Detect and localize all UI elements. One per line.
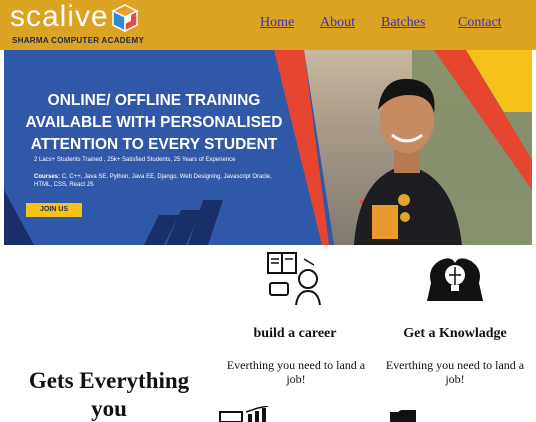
courses-list: C, C++, Java SE, Python, Java EE, Django… bbox=[34, 174, 272, 188]
nav-home-link[interactable]: Home bbox=[260, 15, 294, 31]
cube-logo-icon bbox=[111, 4, 139, 33]
site-header: scalive SHARMA COMPUTER ACADEMY Home Abo… bbox=[0, 0, 536, 50]
feature-title-career: build a career bbox=[253, 326, 337, 341]
folder-icon bbox=[390, 410, 416, 422]
brand-tagline: SHARMA COMPUTER ACADEMY bbox=[12, 36, 145, 45]
hero-headline-line-1: ONLINE/ OFFLINE TRAINING bbox=[47, 92, 261, 109]
career-guidance-icon bbox=[267, 252, 321, 306]
feature-title-knowledge: Get a Knowladge bbox=[403, 326, 507, 341]
feature-text-career: Everthing you need to land a job! bbox=[226, 358, 366, 386]
knowledge-head-icon bbox=[427, 258, 483, 301]
growth-chart-icon bbox=[219, 406, 269, 422]
hero-banner: ONLINE/ OFFLINE TRAINING AVAILABLE WITH … bbox=[4, 50, 532, 245]
hero-headline-line-3: ATTENTION TO EVERY STUDENT bbox=[30, 136, 278, 153]
student-photo bbox=[354, 78, 462, 245]
courses-label: Courses: bbox=[34, 174, 61, 180]
section-title: Gets Everything you bbox=[28, 368, 190, 421]
nav-batches-link[interactable]: Batches bbox=[381, 15, 425, 31]
hero-courses: Courses: C, C++, Java SE, Python, Java E… bbox=[34, 173, 289, 189]
join-us-button[interactable]: JOIN US bbox=[26, 203, 82, 217]
hero-headline-line-2: AVAILABLE WITH PERSONALISED bbox=[25, 114, 283, 131]
nav-contact-link[interactable]: Contact bbox=[458, 15, 502, 31]
feature-text-knowledge: Everthing you need to land a job! bbox=[385, 358, 525, 386]
nav-about-link[interactable]: About bbox=[320, 15, 355, 31]
brand-name[interactable]: scalive bbox=[10, 0, 109, 34]
hero-stats: 2 Lacs+ Students Trained , 25k+ Satisfie… bbox=[34, 157, 236, 163]
